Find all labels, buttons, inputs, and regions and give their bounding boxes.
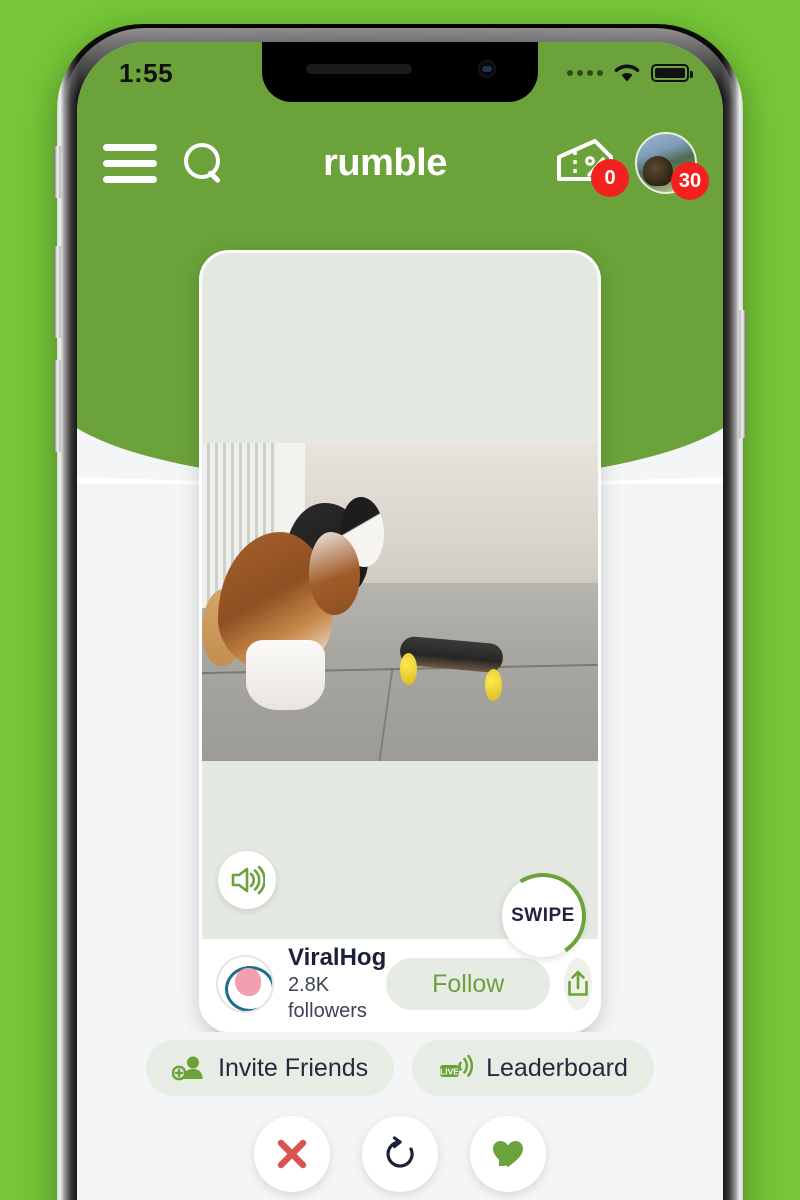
speaker-on-icon bbox=[231, 865, 265, 895]
profile-button[interactable]: 30 bbox=[635, 132, 709, 200]
leaderboard-label: Leaderboard bbox=[486, 1053, 628, 1082]
video-card[interactable]: SWIPE ViralHog 2.8K followers Follow bbox=[199, 250, 601, 1032]
leaderboard-button[interactable]: LIVE Leaderboard bbox=[412, 1040, 654, 1096]
heart-thumb-icon bbox=[493, 1141, 523, 1167]
like-button[interactable] bbox=[470, 1116, 546, 1192]
replay-rotate-icon bbox=[386, 1136, 414, 1168]
media-dog-brown-legs bbox=[245, 640, 325, 711]
video-media[interactable] bbox=[202, 443, 598, 761]
swipe-indicator[interactable]: SWIPE bbox=[502, 875, 584, 957]
nav-right-cluster: 0 30 bbox=[551, 132, 709, 200]
coupon-badge: 0 bbox=[591, 159, 629, 197]
bottom-action-area: Invite Friends LIVE Leaderboard bbox=[77, 1032, 723, 1200]
phone-frame: 1:55 rumble 0 30 SWIPE ViralHog 2.8K fol… bbox=[54, 24, 746, 1200]
share-upload-icon bbox=[568, 970, 589, 996]
media-skateboard-wheel-left bbox=[400, 652, 418, 685]
wifi-icon bbox=[614, 64, 640, 82]
svg-text:LIVE: LIVE bbox=[440, 1066, 459, 1076]
status-indicators bbox=[567, 62, 693, 84]
sound-toggle-button[interactable] bbox=[218, 851, 276, 909]
power-button[interactable] bbox=[739, 310, 746, 438]
uploader-followers: 2.8K followers bbox=[288, 973, 367, 1022]
status-time: 1:55 bbox=[119, 58, 174, 88]
coupon-button[interactable]: 0 bbox=[551, 135, 629, 197]
status-bar: 1:55 bbox=[77, 42, 723, 102]
invite-friends-button[interactable]: Invite Friends bbox=[146, 1040, 395, 1096]
uploader-meta: ViralHog 2.8K followers bbox=[288, 944, 386, 1024]
battery-full-icon bbox=[651, 64, 693, 82]
mute-switch[interactable] bbox=[54, 146, 61, 198]
volume-down-button[interactable] bbox=[54, 360, 61, 452]
live-broadcast-icon: LIVE bbox=[440, 1054, 474, 1077]
viralhog-pig-logo[interactable] bbox=[216, 955, 274, 1013]
action-row bbox=[77, 1116, 723, 1192]
signal-dots-icon bbox=[567, 70, 603, 76]
media-skateboard-wheel-right bbox=[485, 668, 503, 701]
search-icon[interactable] bbox=[181, 141, 225, 185]
hamburger-menu-icon[interactable] bbox=[103, 143, 157, 183]
volume-up-button[interactable] bbox=[54, 246, 61, 338]
invite-friends-label: Invite Friends bbox=[218, 1053, 369, 1082]
page-title: rumble bbox=[323, 141, 447, 184]
add-person-icon bbox=[172, 1056, 203, 1081]
pill-row: Invite Friends LIVE Leaderboard bbox=[77, 1040, 723, 1096]
follow-button[interactable]: Follow bbox=[386, 958, 551, 1010]
reject-button[interactable] bbox=[254, 1116, 330, 1192]
notification-badge: 30 bbox=[671, 162, 709, 200]
swipe-label: SWIPE bbox=[511, 905, 575, 926]
share-button[interactable] bbox=[564, 958, 593, 1010]
replay-button[interactable] bbox=[362, 1116, 438, 1192]
phone-screen: 1:55 rumble 0 30 SWIPE ViralHog 2.8K fol… bbox=[77, 42, 723, 1200]
app-navigation-bar: rumble 0 30 bbox=[77, 124, 723, 202]
close-x-icon bbox=[277, 1139, 307, 1169]
uploader-name: ViralHog bbox=[288, 944, 387, 972]
